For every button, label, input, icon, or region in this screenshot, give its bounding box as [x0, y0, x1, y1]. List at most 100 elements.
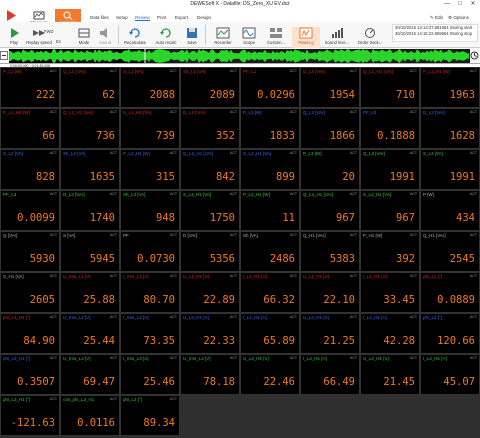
- meter-cell[interactable]: I_L1_H1 [A] ACT 66.32: [240, 272, 300, 313]
- meter-cell[interactable]: D_L2 [VAr] ACT 1628: [420, 108, 480, 149]
- meter-cell[interactable]: cos_phi_L3_H1 ACT 0.0116: [60, 395, 120, 436]
- meter-cell[interactable]: PF ACT 0.0730: [120, 231, 180, 272]
- meter-cell[interactable]: Q_L1_H1 [VAr] ACT 710: [360, 67, 420, 108]
- meter-cell[interactable]: P [W] ACT 434: [420, 190, 480, 231]
- meter-cell[interactable]: S_L2 [VA] ACT 828: [0, 149, 60, 190]
- meter-cell[interactable]: D_L1 [VAr] ACT 1954: [300, 67, 360, 108]
- meter-cell[interactable]: Q_L2 [VAr] ACT 1866: [300, 108, 360, 149]
- meter-cell[interactable]: D_L1 [VAr] ACT 352: [180, 108, 240, 149]
- meter-cell[interactable]: U_rms_L3 [V] ACT 69.47: [60, 354, 120, 395]
- ex-field[interactable]: Ex: [56, 39, 61, 44]
- meter-cell[interactable]: P_L2_H1 [W] ACT 315: [120, 149, 180, 190]
- meter-cell[interactable]: Sh_L2 [VA] ACT 1635: [60, 149, 120, 190]
- minimize-icon[interactable]: —: [441, 0, 453, 9]
- recorder-button[interactable]: Recorder: [210, 27, 236, 50]
- meter-cell[interactable]: phi_L1_H1 [°] ACT 84.90: [0, 313, 60, 354]
- meter-cell[interactable]: P_L3_H1 [W] ACT 11: [240, 190, 300, 231]
- meter-cell[interactable]: Sh_L3 [VA] ACT 948: [120, 190, 180, 231]
- meter-cell[interactable]: P_L1 [W] ACT 222: [0, 67, 60, 108]
- menu-design[interactable]: Design: [197, 15, 211, 20]
- meter-value: 21.25: [323, 335, 355, 347]
- meter-cell[interactable]: U_rms_L3 [V] ACT 78.18: [180, 354, 240, 395]
- meter-cell[interactable]: D_L3 [VAr] ACT 1740: [60, 190, 120, 231]
- meter-cell[interactable]: U_L1_H1 [V] ACT 22.10: [300, 272, 360, 313]
- meter-cell[interactable]: I_rms_L2 [A] ACT 73.35: [120, 313, 180, 354]
- meter-cell[interactable]: P_L1_H1 [W] ACT 1963: [420, 67, 480, 108]
- meter-act-flag: ACT: [290, 233, 297, 237]
- custom-button[interactable]: Custom...: [262, 27, 290, 50]
- menu-setup[interactable]: Setup: [116, 15, 128, 20]
- meter-cell[interactable]: I_L1_H1 [A] ACT 33.45: [360, 272, 420, 313]
- edit-button[interactable]: ✎ Edit: [430, 15, 443, 21]
- meter-cell[interactable]: I_rms_L1 [A] ACT 80.70: [120, 272, 180, 313]
- sound-level-button[interactable]: Sound leve...: [322, 27, 352, 50]
- meter-cell[interactable]: S_L3_H1 [VA] ACT 967: [360, 190, 420, 231]
- meter-cell[interactable]: I_rms_L3 [A] ACT 25.46: [120, 354, 180, 395]
- meter-cell[interactable]: U_L2_H1 [V] ACT 22.33: [180, 313, 240, 354]
- meter-cell[interactable]: U_L3_H1 [V] ACT 21.45: [360, 354, 420, 395]
- save-button[interactable]: Save: [183, 27, 201, 50]
- meter-cell[interactable]: phi_L2_H1 [°] ACT 0.3507: [0, 354, 60, 395]
- close-icon[interactable]: ✕: [467, 0, 479, 9]
- meter-cell[interactable]: S [VA] ACT 5945: [60, 231, 120, 272]
- overview-waveform[interactable]: [9, 49, 470, 63]
- meter-cell[interactable]: U_rms_L2 [V] ACT 25.44: [60, 313, 120, 354]
- overview-reset-icon[interactable]: [470, 51, 479, 60]
- meter-cell[interactable]: Q_L1_H1 [VAr] ACT 736: [60, 108, 120, 149]
- options-button[interactable]: ⚙ Options: [448, 15, 469, 21]
- auto-recalc-button[interactable]: Auto recalc: [151, 27, 181, 50]
- meter-cell[interactable]: Q_L3 [VAr] ACT 1991: [360, 149, 420, 190]
- menu-print[interactable]: Print: [157, 15, 166, 20]
- scope-button[interactable]: Scope: [238, 27, 260, 50]
- meter-cell[interactable]: S_H1 [VA] ACT 2605: [0, 272, 60, 313]
- order-track-button[interactable]: Order track...: [354, 27, 386, 50]
- meter-cell[interactable]: U_L3_H1 [V] ACT 22.46: [240, 354, 300, 395]
- meter-cell[interactable]: S_L1 [VA] ACT 2088: [120, 67, 180, 108]
- mode-button[interactable]: Mode: [74, 27, 94, 50]
- meter-cell[interactable]: PF_L2 ACT 0.1888: [360, 108, 420, 149]
- meter-cell[interactable]: Sh_L1 [VA] ACT 2089: [180, 67, 240, 108]
- menu-data-files[interactable]: Data files: [90, 15, 109, 20]
- meter-cell[interactable]: U_L1_H1 [V] ACT 22.89: [180, 272, 240, 313]
- meter-cell[interactable]: S_L3_H1 [VA] ACT 1750: [180, 190, 240, 231]
- meter-cell[interactable]: Q [VAr] ACT 5930: [0, 231, 60, 272]
- meter-cell[interactable]: P_L3 [W] ACT 20: [300, 149, 360, 190]
- meter-act-flag: ACT: [410, 233, 417, 237]
- meter-cell[interactable]: Q_L3_H1 [VAr] ACT 967: [300, 190, 360, 231]
- maximize-icon[interactable]: □: [454, 0, 466, 9]
- meter-act-flag: ACT: [290, 151, 297, 155]
- overview-zoom-icon[interactable]: [0, 51, 8, 60]
- meter-cell[interactable]: S_L2_H1 [VA] ACT 899: [240, 149, 300, 190]
- meter-cell[interactable]: P_L1_H1 [W] ACT 66: [0, 108, 60, 149]
- meter-cell[interactable]: phi_L1 [°] ACT 0.0889: [420, 272, 480, 313]
- play-button[interactable]: Play: [5, 27, 23, 50]
- meter-cell[interactable]: PF_L3 ACT 0.0099: [0, 190, 60, 231]
- recalculate-button[interactable]: Recalculate: [120, 27, 150, 50]
- meter-channel-label: Q [VAr]: [3, 233, 18, 238]
- meter-cell[interactable]: phi_L3_H1 [°] ACT -121.63: [0, 395, 60, 436]
- meter-cell[interactable]: P_H1 [W] ACT 392: [360, 231, 420, 272]
- meter-cell[interactable]: P_L2 [W] ACT 1833: [240, 108, 300, 149]
- fwd-field[interactable]: FWD: [44, 29, 54, 34]
- menu-review[interactable]: Review: [135, 15, 150, 21]
- menu-export[interactable]: Export: [175, 15, 188, 20]
- meter-cell[interactable]: S_L3 [VA] ACT 1991: [420, 149, 480, 190]
- meter-cell[interactable]: PF_L1 ACT 0.0296: [240, 67, 300, 108]
- meter-cell[interactable]: U_rms_L1 [V] ACT 25.88: [60, 272, 120, 313]
- meter-cell[interactable]: Q_H1 [VAr] ACT 2545: [420, 231, 480, 272]
- meter-cell[interactable]: I_L2_H1 [A] ACT 42.28: [360, 313, 420, 354]
- meter-cell[interactable]: I_L2_H1 [A] ACT 65.89: [240, 313, 300, 354]
- meter-cell[interactable]: I_L3_H1 [A] ACT 45.07: [420, 354, 480, 395]
- power-g-button[interactable]: Power g: [292, 27, 320, 50]
- meter-cell[interactable]: D [VAr] ACT 5356: [180, 231, 240, 272]
- meter-cell[interactable]: Q_L1 [VAr] ACT 62: [60, 67, 120, 108]
- meter-cell[interactable]: phi_L3 [°] ACT 89.34: [120, 395, 180, 436]
- meter-cell[interactable]: U_L2_H1 [V] ACT 21.25: [300, 313, 360, 354]
- meter-cell[interactable]: phi_L2 [°] ACT 120.66: [420, 313, 480, 354]
- meter-cell[interactable]: S_L1_H1 [VA] ACT 739: [120, 108, 180, 149]
- meter-cell[interactable]: Sh [VA] ACT 2486: [240, 231, 300, 272]
- meter-cell[interactable]: Q_H1 [VAr] ACT 5383: [300, 231, 360, 272]
- meter-cell[interactable]: I_L3_H1 [A] ACT 66.49: [300, 354, 360, 395]
- sound-button[interactable]: Sound: [95, 27, 115, 50]
- meter-cell[interactable]: Q_L2_H1 [VAr] ACT 842: [180, 149, 240, 190]
